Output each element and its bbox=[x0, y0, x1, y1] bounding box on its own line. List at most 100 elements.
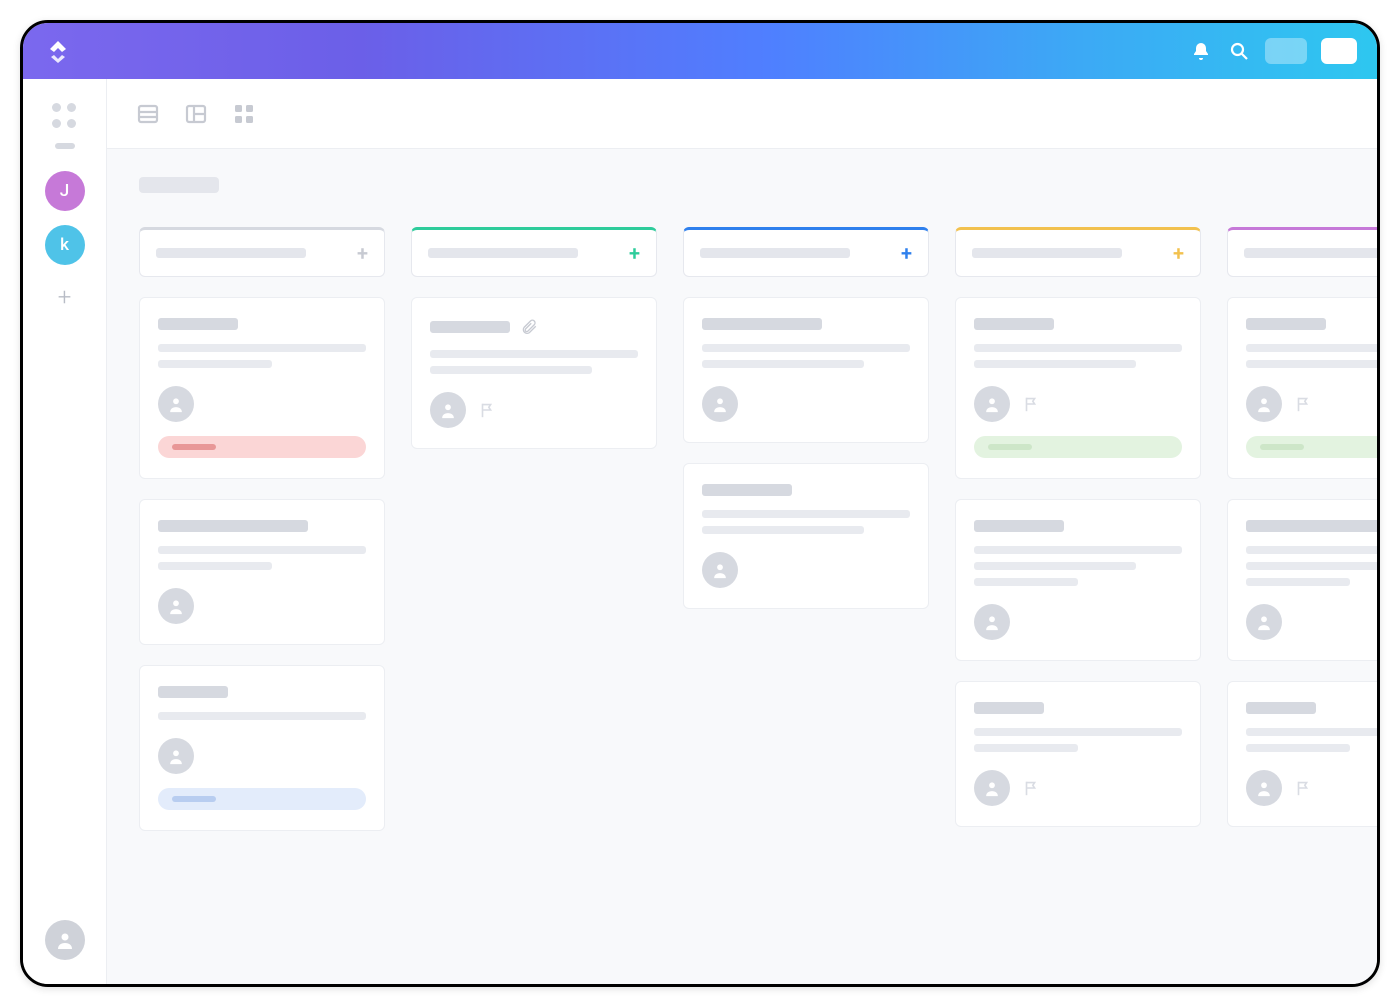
assignee-avatar-icon[interactable] bbox=[702, 386, 738, 422]
board-column: + bbox=[683, 227, 929, 831]
assignee-avatar-icon[interactable] bbox=[974, 770, 1010, 806]
task-card[interactable] bbox=[683, 463, 929, 609]
card-tag[interactable] bbox=[1246, 436, 1377, 458]
task-card[interactable] bbox=[1227, 297, 1377, 479]
column-title bbox=[972, 248, 1122, 258]
assignee-avatar-icon[interactable] bbox=[158, 386, 194, 422]
column-header[interactable]: + bbox=[411, 227, 657, 277]
add-card-button[interactable]: + bbox=[629, 241, 640, 265]
task-card[interactable] bbox=[139, 665, 385, 831]
search-icon[interactable] bbox=[1227, 39, 1251, 63]
card-title bbox=[974, 702, 1044, 714]
assignee-avatar-icon[interactable] bbox=[430, 392, 466, 428]
card-description bbox=[974, 344, 1182, 368]
task-card[interactable] bbox=[139, 499, 385, 645]
breadcrumb[interactable] bbox=[139, 177, 219, 193]
add-card-button[interactable]: + bbox=[1173, 241, 1184, 265]
board-area: + + + + + bbox=[107, 149, 1377, 984]
priority-flag-icon[interactable] bbox=[1294, 395, 1312, 413]
priority-flag-icon[interactable] bbox=[1022, 395, 1040, 413]
assignee-avatar-icon[interactable] bbox=[974, 386, 1010, 422]
priority-flag-icon[interactable] bbox=[1294, 779, 1312, 797]
assignee-avatar-icon[interactable] bbox=[1246, 386, 1282, 422]
add-card-button[interactable]: + bbox=[357, 241, 368, 265]
assignee-avatar-icon[interactable] bbox=[158, 738, 194, 774]
text-line bbox=[158, 344, 366, 352]
topbar-chip-primary[interactable] bbox=[1321, 38, 1357, 64]
card-title bbox=[1246, 702, 1316, 714]
task-card[interactable] bbox=[1227, 681, 1377, 827]
column-header[interactable]: + bbox=[683, 227, 929, 277]
task-card[interactable] bbox=[955, 297, 1201, 479]
column-title bbox=[1244, 248, 1377, 258]
task-card[interactable] bbox=[411, 297, 657, 449]
card-description bbox=[158, 712, 366, 720]
text-line bbox=[158, 712, 366, 720]
task-card[interactable] bbox=[955, 499, 1201, 661]
task-card[interactable] bbox=[1227, 499, 1377, 661]
card-description bbox=[1246, 344, 1377, 368]
text-line bbox=[974, 578, 1078, 586]
card-description bbox=[702, 344, 910, 368]
column-header[interactable]: + bbox=[955, 227, 1201, 277]
priority-flag-icon[interactable] bbox=[1022, 779, 1040, 797]
assignee-avatar-icon[interactable] bbox=[974, 604, 1010, 640]
assignee-avatar-icon[interactable] bbox=[1246, 770, 1282, 806]
apps-grid-icon[interactable] bbox=[52, 103, 78, 129]
card-tag[interactable] bbox=[158, 788, 366, 810]
column-header[interactable]: + bbox=[139, 227, 385, 277]
add-card-button[interactable]: + bbox=[901, 241, 912, 265]
text-line bbox=[430, 350, 638, 358]
card-title bbox=[702, 318, 822, 330]
card-title bbox=[1246, 520, 1377, 532]
grid-view-icon[interactable] bbox=[231, 101, 257, 127]
tag-label bbox=[172, 444, 216, 450]
task-card[interactable] bbox=[139, 297, 385, 479]
view-toolbar bbox=[107, 79, 1377, 149]
task-card[interactable] bbox=[955, 681, 1201, 827]
tag-label bbox=[172, 796, 216, 802]
text-line bbox=[974, 344, 1182, 352]
card-title bbox=[158, 686, 228, 698]
assignee-avatar-icon[interactable] bbox=[158, 588, 194, 624]
text-line bbox=[702, 526, 864, 534]
text-line bbox=[702, 510, 910, 518]
workspace-avatar[interactable]: J bbox=[45, 171, 85, 211]
text-line bbox=[974, 744, 1078, 752]
app-logo-icon[interactable] bbox=[43, 36, 73, 66]
tag-label bbox=[988, 444, 1032, 450]
task-card[interactable] bbox=[683, 297, 929, 443]
column-header[interactable]: + bbox=[1227, 227, 1377, 277]
user-avatar-icon[interactable] bbox=[45, 920, 85, 960]
text-line bbox=[158, 562, 272, 570]
board-view-icon[interactable] bbox=[183, 101, 209, 127]
add-workspace-button[interactable]: + bbox=[47, 279, 83, 315]
text-line bbox=[1246, 344, 1377, 352]
card-tag[interactable] bbox=[158, 436, 366, 458]
topbar-chip-secondary[interactable] bbox=[1265, 38, 1307, 64]
workspace-avatar[interactable]: k bbox=[45, 225, 85, 265]
text-line bbox=[1246, 744, 1350, 752]
assignee-avatar-icon[interactable] bbox=[702, 552, 738, 588]
notifications-icon[interactable] bbox=[1189, 39, 1213, 63]
card-description bbox=[1246, 546, 1377, 586]
column-title bbox=[156, 248, 306, 258]
text-line bbox=[1246, 360, 1377, 368]
list-view-icon[interactable] bbox=[135, 101, 161, 127]
card-title bbox=[974, 318, 1054, 330]
card-tag[interactable] bbox=[974, 436, 1182, 458]
card-title bbox=[158, 318, 238, 330]
board-column: + bbox=[139, 227, 385, 831]
card-title bbox=[1246, 318, 1326, 330]
column-title bbox=[428, 248, 578, 258]
text-line bbox=[1246, 546, 1377, 554]
tag-label bbox=[1260, 444, 1304, 450]
text-line bbox=[974, 562, 1136, 570]
card-description bbox=[974, 546, 1182, 586]
priority-flag-icon[interactable] bbox=[478, 401, 496, 419]
sidebar: J k + bbox=[23, 79, 107, 984]
text-line bbox=[158, 360, 272, 368]
card-description bbox=[702, 510, 910, 534]
assignee-avatar-icon[interactable] bbox=[1246, 604, 1282, 640]
topbar bbox=[23, 23, 1377, 79]
